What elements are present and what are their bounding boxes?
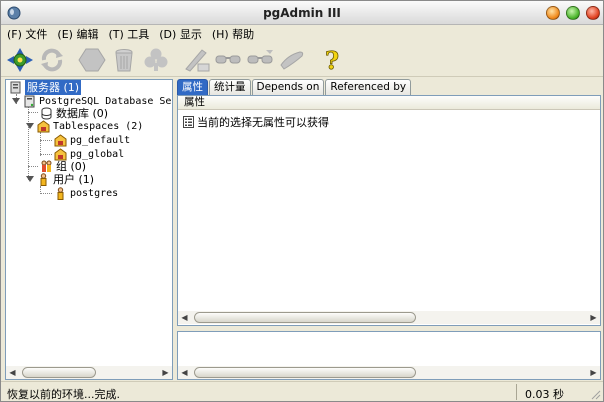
tree-label: pg_default: [70, 134, 131, 146]
server-icon: [24, 95, 35, 107]
tab-depends-on[interactable]: Depends on: [251, 79, 325, 95]
tree-node-tablespaces[interactable]: Tablespaces (2): [26, 119, 143, 133]
servers-icon: [10, 81, 21, 93]
maximize-button[interactable]: [566, 6, 580, 20]
scroll-left-icon[interactable]: ◀: [6, 366, 19, 379]
delete-button[interactable]: [109, 46, 139, 74]
sql-button[interactable]: [181, 46, 211, 74]
status-elapsed-time: 0.03 秒: [525, 388, 564, 401]
help-button[interactable]: ?: [317, 46, 347, 74]
tree-label: 服务器 (1): [25, 80, 82, 95]
properties-icon: [144, 48, 168, 71]
user-icon: [40, 172, 47, 186]
tree-node-pg-default[interactable]: pg_default: [54, 133, 130, 147]
properties-column-header[interactable]: 属性: [178, 96, 600, 110]
expand-arrow-icon[interactable]: [26, 123, 34, 129]
menu-help[interactable]: (H) 帮助: [212, 26, 254, 42]
detail-tabs: 属性 统计量 Depends on Referenced by: [177, 79, 412, 95]
svg-text:?: ?: [325, 47, 339, 73]
filtered-glasses-icon: [247, 50, 273, 64]
expand-arrow-icon[interactable]: [26, 176, 34, 182]
scroll-right-icon[interactable]: ▶: [587, 311, 600, 324]
resize-grip-icon[interactable]: [589, 388, 601, 400]
filter-data-button[interactable]: [245, 46, 275, 74]
app-window: pgAdmin III (F) 文件 (E) 编辑 (T) 工具 (D) 显示 …: [0, 0, 604, 402]
user-icon: [57, 186, 64, 200]
view-data-button[interactable]: [213, 46, 243, 74]
refresh-button[interactable]: [37, 46, 67, 74]
tree-horizontal-scrollbar[interactable]: ◀ ▶: [6, 366, 172, 379]
status-bar: 恢复以前的环境...完成. 0.03 秒: [1, 381, 603, 401]
tab-referenced-by[interactable]: Referenced by: [325, 79, 412, 95]
tab-properties[interactable]: 属性: [177, 79, 208, 95]
tree-connector: [40, 193, 52, 194]
connect-icon: [7, 48, 33, 72]
tablespace-icon: [54, 133, 67, 146]
toolbar: ?: [1, 43, 603, 77]
menu-view[interactable]: (D) 显示: [159, 26, 202, 42]
properties-message: 当前的选择无属性可以获得: [197, 116, 329, 129]
tree-node-user-postgres[interactable]: postgres: [54, 186, 118, 200]
object-browser-tree[interactable]: 服务器 (1) PostgreSQL Database Server 数据库 (…: [5, 79, 173, 380]
scrollbar-thumb[interactable]: [194, 312, 416, 323]
window-title: pgAdmin III: [263, 6, 341, 20]
tree-node-databases[interactable]: 数据库 (0): [40, 106, 108, 120]
tree-connector: [28, 112, 38, 113]
scroll-right-icon[interactable]: ▶: [587, 366, 600, 379]
tree-connector: [28, 104, 29, 180]
title-bar[interactable]: pgAdmin III: [1, 1, 603, 25]
menu-edit[interactable]: (E) 编辑: [57, 26, 98, 42]
scroll-right-icon[interactable]: ▶: [159, 366, 172, 379]
scrollbar-thumb[interactable]: [194, 367, 416, 378]
tree-label: Tablespaces (2): [53, 120, 144, 132]
properties-message-row: 当前的选择无属性可以获得: [183, 114, 329, 130]
properties-horizontal-scrollbar[interactable]: ◀ ▶: [178, 311, 600, 324]
glasses-icon: [215, 55, 241, 64]
tree-connector: [40, 154, 52, 155]
close-button[interactable]: [586, 6, 600, 20]
properties-list[interactable]: 属性 当前的选择无属性可以获得 ◀ ▶: [177, 95, 601, 326]
status-message: 恢复以前的环境...完成.: [7, 388, 120, 401]
scroll-left-icon[interactable]: ◀: [178, 311, 191, 324]
menu-file[interactable]: (F) 文件: [7, 26, 47, 42]
menu-tools[interactable]: (T) 工具: [108, 26, 149, 42]
property-list-icon: [183, 116, 194, 128]
group-icon: [41, 160, 52, 172]
tree-node-users[interactable]: 用户 (1): [26, 172, 94, 186]
object-button[interactable]: [77, 46, 107, 74]
tree-connector: [40, 132, 41, 156]
help-question-icon: ?: [325, 47, 340, 73]
maintenance-button[interactable]: [277, 46, 307, 74]
expand-arrow-icon[interactable]: [12, 98, 20, 104]
menu-bar: (F) 文件 (E) 编辑 (T) 工具 (D) 显示 (H) 帮助: [1, 25, 603, 43]
scrollbar-thumb[interactable]: [22, 367, 96, 378]
minimize-button[interactable]: [546, 6, 560, 20]
status-divider: [516, 384, 517, 400]
tree-connector: [40, 140, 52, 141]
tree-label: 用户 (1): [53, 173, 95, 186]
database-icon: [41, 107, 52, 119]
tree-label: postgres: [70, 187, 119, 199]
sql-horizontal-scrollbar[interactable]: ◀ ▶: [178, 366, 600, 379]
tablespaces-icon: [37, 119, 50, 132]
sql-pane[interactable]: ◀ ▶: [177, 331, 601, 380]
properties-button[interactable]: [141, 46, 171, 74]
scroll-left-icon[interactable]: ◀: [178, 366, 191, 379]
tree-connector: [28, 166, 38, 167]
connect-button[interactable]: [5, 46, 35, 74]
refresh-icon: [41, 48, 63, 72]
tab-statistics[interactable]: 统计量: [209, 79, 251, 95]
object-icon: [78, 48, 106, 72]
sql-pencil-icon: [185, 49, 210, 72]
broom-icon: [280, 51, 304, 70]
trash-icon: [115, 49, 133, 72]
tree-node-servers[interactable]: 服务器 (1): [9, 80, 82, 95]
